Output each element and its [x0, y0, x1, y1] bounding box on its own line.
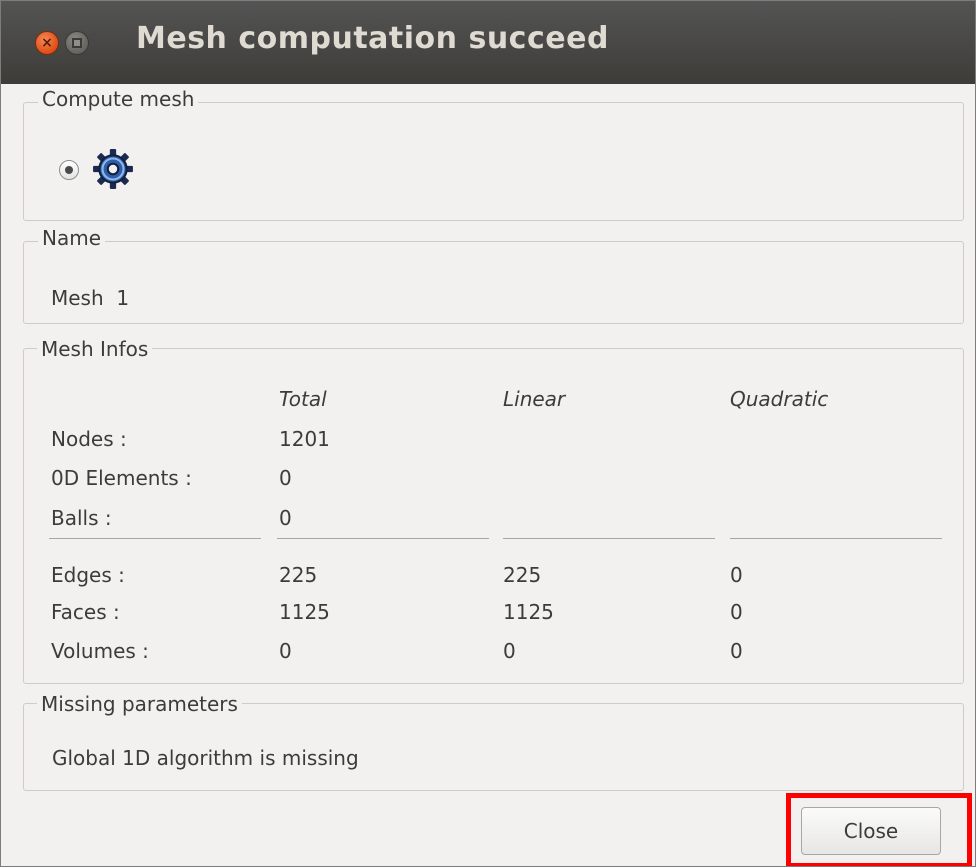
name-group: Name Mesh 1 [23, 226, 964, 324]
compute-mesh-radio[interactable] [59, 160, 79, 180]
row-label-nodes: Nodes : [51, 427, 127, 451]
0d-elements-total: 0 [279, 466, 292, 490]
window-minimize-icon[interactable] [65, 31, 89, 55]
separator-total-column [277, 538, 489, 539]
window-close-icon[interactable]: × [35, 31, 59, 55]
column-header-linear: Linear [503, 387, 566, 411]
edges-total: 225 [279, 563, 318, 587]
title-bar[interactable]: × Mesh computation succeed [1, 1, 975, 84]
edges-quadratic: 0 [730, 563, 743, 587]
mesh-infos-group-title: Mesh Infos [37, 337, 153, 361]
close-button-label: Close [843, 819, 899, 843]
column-header-total: Total [279, 387, 327, 411]
faces-total: 1125 [279, 600, 330, 624]
missing-parameters-message: Global 1D algorithm is missing [52, 746, 359, 770]
radio-selected-dot [65, 166, 73, 174]
balls-total: 0 [279, 506, 292, 530]
name-group-title: Name [38, 226, 106, 250]
row-label-volumes: Volumes : [51, 639, 149, 663]
compute-mesh-group: Compute mesh [23, 87, 964, 221]
compute-mesh-group-title: Compute mesh [38, 87, 199, 111]
column-header-quadratic: Quadratic [730, 387, 829, 411]
missing-parameters-title-label: Missing parameters [37, 692, 242, 716]
row-label-0d-elements: 0D Elements : [51, 466, 192, 490]
separator-label-column [49, 538, 261, 539]
gear-icon [93, 149, 133, 189]
nodes-total: 1201 [279, 427, 330, 451]
window-minimize-glyph [72, 38, 82, 48]
separator-linear-column [503, 538, 715, 539]
faces-linear: 1125 [503, 600, 554, 624]
row-label-faces: Faces : [51, 600, 120, 624]
volumes-linear: 0 [503, 639, 516, 663]
row-label-edges: Edges : [51, 563, 125, 587]
edges-linear: 225 [503, 563, 542, 587]
close-button[interactable]: Close [801, 807, 941, 855]
row-label-balls: Balls : [51, 506, 112, 530]
mesh-computation-dialog: × Mesh computation succeed Compute mesh [0, 0, 976, 867]
volumes-total: 0 [279, 639, 292, 663]
missing-parameters-group: Missing parameters Global 1D algorithm i… [23, 703, 964, 791]
separator-quadratic-column [730, 538, 942, 539]
mesh-name-value: Mesh 1 [51, 286, 130, 310]
faces-quadratic: 0 [730, 600, 743, 624]
window-title: Mesh computation succeed [136, 21, 609, 56]
volumes-quadratic: 0 [730, 639, 743, 663]
